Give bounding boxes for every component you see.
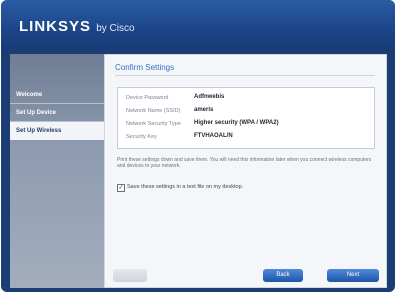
save-settings-checkbox[interactable]: ✓ [117,184,125,192]
setting-row-security-key: Security Key FTVHAOAL/N [126,133,366,143]
save-settings-option[interactable]: ✓ Save these settings in a text file on … [117,183,317,193]
setting-value: Higher security (WPA / WPA2) [194,120,279,126]
setting-value: ameris [194,107,214,113]
sidebar-item-set-up-device[interactable]: Set Up Device [10,104,104,122]
logo-suffix: by Cisco [96,23,135,34]
linksys-logo: LINKSYS by Cisco [19,18,135,35]
sidebar-item-set-up-wireless[interactable]: Set Up Wireless [10,122,104,140]
setting-label: Network Name (SSID) [126,108,181,114]
settings-summary-box: Device Password Adfnwebis Network Name (… [117,87,375,149]
setting-label: Network Security Type [126,121,181,127]
back-button[interactable]: Back [263,269,303,282]
setting-label: Device Password [126,95,169,101]
sidebar-item-label: Set Up Wireless [16,128,62,134]
content-panel: Confirm Settings Device Password Adfnweb… [104,54,387,288]
setup-window: LINKSYS by Cisco Welcome Set Up Device S… [1,0,395,292]
sidebar-item-welcome[interactable]: Welcome [10,86,104,104]
setting-row-security-type: Network Security Type Higher security (W… [126,120,366,130]
checkmark-icon: ✓ [118,185,124,191]
page-title: Confirm Settings [115,63,175,72]
sidebar-item-label: Set Up Device [16,110,57,116]
next-button-label: Next [346,272,360,278]
setting-value: FTVHAOAL/N [194,133,233,139]
next-button[interactable]: Next [327,269,379,282]
setting-row-device-password: Device Password Adfnwebis [126,94,366,104]
setting-label: Security Key [126,134,157,140]
title-divider [115,75,375,76]
back-button-label: Back [276,272,290,278]
sidebar-nav: Welcome Set Up Device Set Up Wireless [10,54,104,288]
setting-row-network-name: Network Name (SSID) ameris [126,107,366,117]
header-bar: LINKSYS by Cisco [1,0,395,50]
logo-brand: LINKSYS [19,18,92,35]
disabled-button [113,269,147,282]
save-settings-label[interactable]: Save these settings in a text file on my… [127,184,243,190]
sidebar-item-label: Welcome [16,92,43,98]
setting-value: Adfnwebis [194,94,225,100]
instructions-text: Print these settings down and save them.… [117,157,372,169]
